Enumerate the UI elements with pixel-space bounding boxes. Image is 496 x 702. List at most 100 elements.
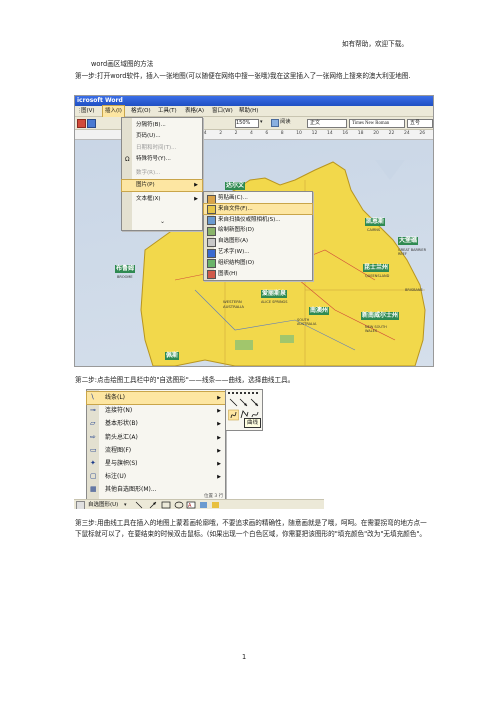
insert-menu-item[interactable]: 文本框(X) ▶ xyxy=(122,194,202,205)
region-south-australia: 南澳州 xyxy=(309,307,330,315)
more-autoshapes-icon: ▦ xyxy=(90,485,97,494)
menu-expand-icon[interactable]: ⌄ xyxy=(160,218,165,225)
toolbar-icon-undo[interactable] xyxy=(77,119,86,128)
region-perth: 佩斯 xyxy=(165,352,180,360)
picture-submenu-item[interactable]: 来自文件(F)... xyxy=(203,202,313,216)
autoshape-menu-item[interactable]: ∖ 线条(L) ▶ xyxy=(86,391,226,405)
ruler-number: 4 xyxy=(250,131,253,136)
insert-menu-item[interactable]: 数字(R)... xyxy=(122,168,202,179)
picture-submenu-item[interactable]: 自选图形(A) xyxy=(204,236,312,247)
insert-menu-item[interactable]: 分隔符(B)... xyxy=(122,120,202,131)
autoshape-menu-item[interactable]: ▭ 流程图(F) ▶ xyxy=(87,445,225,457)
submenu-arrow-icon: ▶ xyxy=(217,461,221,467)
menu-window[interactable]: 窗口(W) xyxy=(212,106,233,117)
scanner-icon xyxy=(207,216,216,226)
autoshape-menu-item-label: 箭头总汇(A) xyxy=(105,433,138,441)
submenu-arrow-icon: ▶ xyxy=(217,447,221,454)
insert-menu-item[interactable]: 特殊符号(Y)... Ω xyxy=(122,154,202,165)
menu-view[interactable]: 图(V) xyxy=(81,106,95,117)
ruler-number: 16 xyxy=(342,131,349,136)
size-box[interactable]: 五号 xyxy=(407,119,433,128)
submenu-arrow-icon: ▶ xyxy=(194,182,198,188)
autoshape-menu-item[interactable]: ▢ 标注(U) ▶ xyxy=(87,471,225,483)
insert-menu: 分隔符(B)... 页码(U)... 日期和时间(T)... 特殊符号(Y)... Ω 数… xyxy=(121,117,203,231)
ruler-number: 20 xyxy=(373,131,379,136)
palette-drag-handle[interactable] xyxy=(228,392,260,394)
menu-tools[interactable]: 工具(T) xyxy=(158,106,177,117)
picture-submenu-item[interactable]: 来自扫描仪或照相机(S)... xyxy=(204,215,312,226)
menu-format[interactable]: 格式(O) xyxy=(131,106,151,117)
insert-menu-item-label: 文本框(X) xyxy=(136,196,161,202)
submenu-arrow-icon: ▶ xyxy=(194,196,198,202)
label-new-south-wales: NEW SOUTH WALES xyxy=(365,325,387,333)
picture-submenu-item-label: 绘制新图形(D) xyxy=(218,227,255,234)
read-button[interactable]: 阅读 xyxy=(280,117,291,128)
picture-submenu-item[interactable]: 艺术字(W)... xyxy=(204,247,312,258)
lines-icon: ∖ xyxy=(90,393,95,401)
status-fragment: 位置 3 行 xyxy=(204,494,224,499)
ruler-number: 22 xyxy=(388,131,395,136)
ruler-number: 4 xyxy=(203,131,207,136)
menu-help[interactable]: 帮助(H) xyxy=(239,106,258,117)
insert-menu-item-label: 页码(U)... xyxy=(136,133,161,139)
picture-submenu-item-label: 来自文件(F)... xyxy=(218,205,253,212)
zoom-box[interactable]: 150% xyxy=(235,119,259,128)
autoshape-menu-item[interactable]: ✦ 星与旗帜(S) ▶ xyxy=(87,458,225,470)
svg-text:A: A xyxy=(188,503,192,509)
menu-insert[interactable]: 插入(I) xyxy=(102,105,125,118)
region-queensland: 昆士兰州 xyxy=(363,264,390,272)
flowchart-icon: ▭ xyxy=(90,445,97,454)
ruler-number: 2 xyxy=(234,131,238,136)
label-western-australia: WESTERN AUSTRALIA xyxy=(223,299,245,309)
autoshape-toolbar-button[interactable]: 自选图形(U) xyxy=(88,500,118,509)
picture-submenu-item[interactable]: 绘制新图形(D) xyxy=(204,225,312,236)
picture-submenu-item-label: 自选图形(A) xyxy=(218,238,249,245)
read-icon xyxy=(271,119,279,127)
font-box[interactable]: Times New Roman xyxy=(349,119,405,128)
step2-text: 第二步:点击绘图工具栏中的"自选图形"——线条——曲线，选择曲线工具。 xyxy=(75,376,295,384)
menu-table[interactable]: 表格(A) xyxy=(185,106,204,117)
picture-submenu-item[interactable]: 图表(H) xyxy=(204,269,312,280)
draw-toolbar-icon[interactable] xyxy=(76,501,85,509)
insert-menu-item-label: 日期和时间(T)... xyxy=(136,145,177,151)
region-new-south-wales: 新南威尔士州 xyxy=(361,312,400,320)
draw-tools: A xyxy=(135,501,219,509)
insert-menu-item[interactable]: 日期和时间(T)... xyxy=(122,143,202,154)
stars-banners-icon: ✦ xyxy=(90,459,96,467)
document-title: word画区域图的方法 xyxy=(91,60,154,68)
picture-submenu-item-label: 剪贴画(C)... xyxy=(218,195,248,201)
picture-submenu-item-label: 图表(H) xyxy=(218,270,238,277)
insert-menu-item[interactable]: 页码(U)... xyxy=(122,131,202,142)
insert-menu-item[interactable]: 图片(P) ▶ xyxy=(121,179,203,192)
ruler-number: 10 xyxy=(296,131,302,136)
curve-tooltip: 曲线 xyxy=(244,418,262,428)
zoom-arrow-icon[interactable]: ▾ xyxy=(260,118,263,127)
autoshape-icon xyxy=(207,237,216,247)
block-arrows-icon: ⇨ xyxy=(90,432,96,441)
picture-submenu-item-label: 来自扫描仪或照相机(S)... xyxy=(218,216,281,223)
region-cairns: 凯恩斯 xyxy=(365,218,386,226)
picture-submenu-item[interactable]: 剪贴画(C)... xyxy=(204,193,312,204)
autoshape-menu-item[interactable]: ⇨ 箭头总汇(A) ▶ xyxy=(87,432,225,444)
ruler-number: 12 xyxy=(311,131,318,136)
label-brisbane: BRISBANE xyxy=(405,288,423,292)
autoshape-menu-item-label: 基本形状(B) xyxy=(105,420,138,428)
submenu-arrow-icon: ▶ xyxy=(217,395,221,401)
new-drawing-icon xyxy=(207,226,216,236)
style-box[interactable]: 正文 xyxy=(307,119,347,128)
label-broome: BROOME xyxy=(117,275,133,279)
autoshape-menu-item-label: 标注(U) xyxy=(105,473,127,481)
autoshape-dropdown-arrow[interactable]: ▾ xyxy=(124,500,127,509)
label-alice-springs: ALICE SPRINGS xyxy=(261,300,288,304)
toolbar-icon-redo[interactable] xyxy=(87,119,96,128)
autoshape-menu-item[interactable]: ⊸ 连接符(N) ▶ xyxy=(87,405,225,417)
ruler-number: 14 xyxy=(327,131,333,136)
insert-menu-item-label: 特殊符号(Y)... xyxy=(136,156,171,162)
step3-text: 第三步:用曲线工具在插入的地图上蒙着画轮廓哦，不要追求画的精确性，随意画就是了哦… xyxy=(75,519,427,538)
autoshape-menu-item[interactable]: ▱ 基本形状(B) ▶ xyxy=(87,418,225,430)
label-cairns: CAIRNS xyxy=(367,228,381,232)
picture-submenu-item-label: 组织结构图(O) xyxy=(218,259,255,266)
autoshape-menu-item-label: 其他自选图形(M)... xyxy=(105,486,157,494)
picture-submenu-item[interactable]: 组织结构图(O) xyxy=(204,258,312,269)
org-chart-icon xyxy=(207,259,216,269)
